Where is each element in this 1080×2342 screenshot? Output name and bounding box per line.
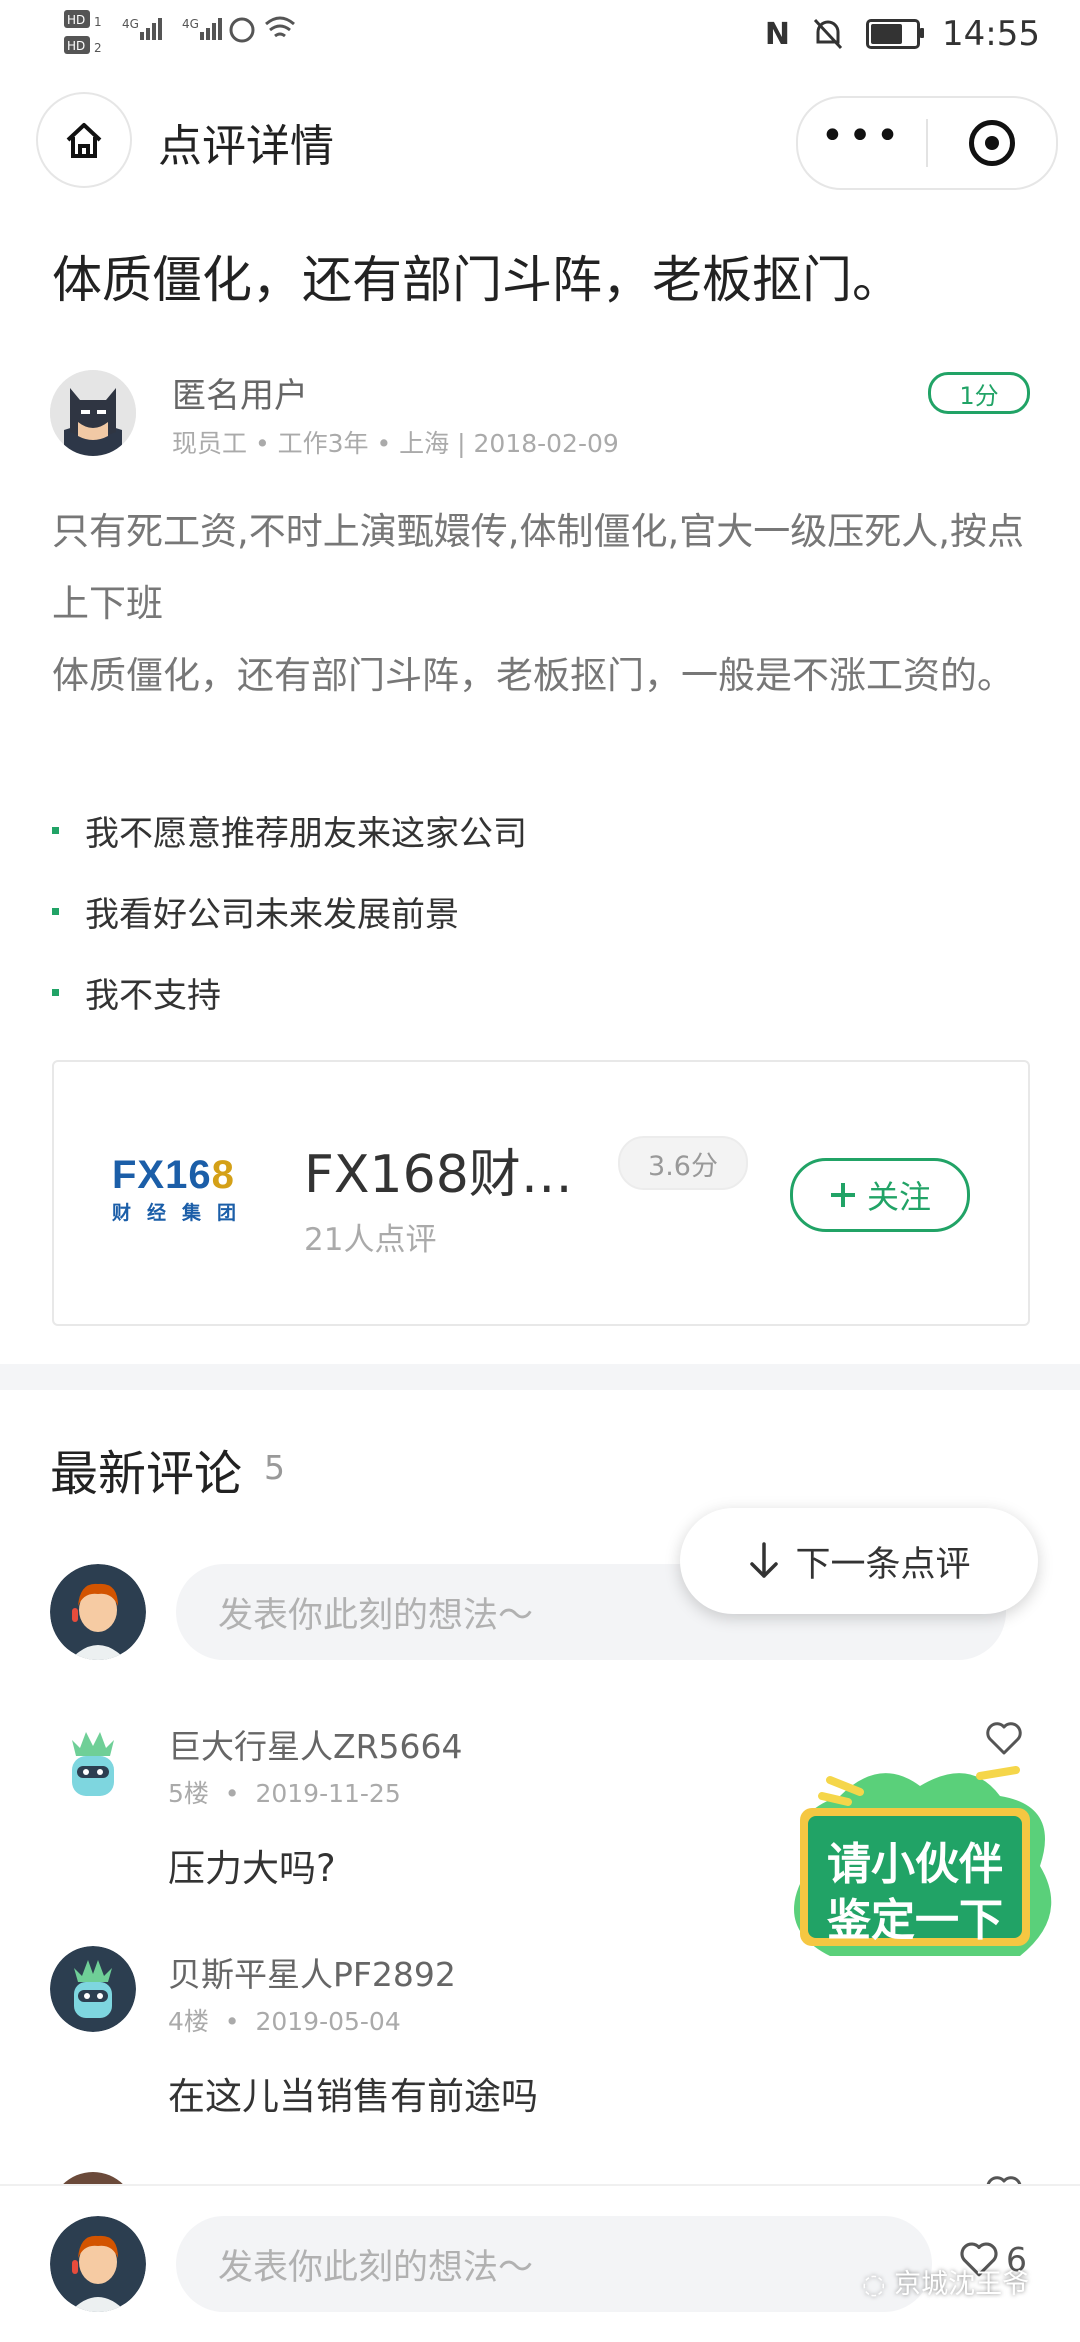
more-button[interactable]: ••• (798, 98, 926, 188)
comment-input-placeholder: 发表你此刻的想法～ (218, 1595, 534, 1636)
svg-text:HD: HD (67, 39, 85, 53)
current-user-avatar (50, 2216, 146, 2312)
target-icon (969, 120, 1015, 166)
review-tags: 我不愿意推荐朋友来这家公司 我看好公司未来发展前景 我不支持 (52, 790, 527, 1033)
company-logo: FX168 财经集团 (112, 1154, 272, 1225)
watermark: ◌ 京城沈王爷 (862, 2262, 1029, 2301)
signal-indicators: HD 1 HD 2 4G 4G (64, 10, 324, 71)
comment-date: 2019-11-25 (255, 1779, 401, 1808)
review-score-badge: 1分 (928, 372, 1030, 414)
arrow-down-icon (750, 1542, 779, 1578)
bullet-icon (52, 908, 59, 915)
next-review-button[interactable]: 下一条点评 (680, 1508, 1038, 1614)
like-heart-icon[interactable] (984, 1718, 1024, 1758)
batman-icon (50, 370, 136, 456)
next-review-label: 下一条点评 (795, 1544, 971, 1585)
svg-text:HD: HD (67, 13, 85, 27)
user-avatar-icon (50, 2216, 146, 2312)
follow-label: 关注 (866, 1178, 931, 1216)
alien-avatar-icon (50, 1722, 136, 1808)
promo-line-2: 鉴定一下 (827, 1895, 1003, 1946)
review-tag-item: 我不支持 (52, 952, 527, 1033)
user-avatar-icon (50, 1564, 146, 1660)
company-logo-text: FX168 (112, 1153, 235, 1197)
follow-button[interactable]: 关注 (790, 1158, 970, 1232)
current-user-avatar (50, 1564, 146, 1660)
svg-text:1: 1 (94, 15, 102, 29)
section-divider (0, 1364, 1080, 1390)
clock: 14:55 (942, 14, 1040, 54)
comment-text: 压力大吗? (168, 1847, 336, 1890)
comment-floor: 4楼 (168, 2007, 209, 2036)
company-logo-subtitle: 财经集团 (112, 1202, 253, 1224)
review-tag-item: 我看好公司未来发展前景 (52, 871, 527, 952)
commenter-avatar (50, 1722, 136, 1808)
svg-text:4G: 4G (122, 17, 139, 31)
company-card[interactable]: FX168 财经集团 FX168财… 3.6分 21人点评 关注 (52, 1060, 1030, 1326)
company-review-count: 21人点评 (304, 1222, 437, 1258)
reviewer-meta: 现员工 • 工作3年 • 上海 | 2018-02-09 (172, 429, 619, 458)
alien-avatar-icon (50, 1946, 136, 2032)
comment-date: 2019-05-04 (255, 2007, 401, 2036)
mute-bell-icon (813, 18, 843, 50)
review-body-line: 只有死工资,不时上演甄嬛传,体制僵化,官大一级压死人,按点上下班 (52, 510, 1025, 625)
plus-icon (830, 1183, 855, 1207)
svg-text:4G: 4G (182, 17, 199, 31)
comment-meta: 5楼 • 2019-11-25 (168, 1779, 401, 1808)
watermark-text: 京城沈王爷 (894, 2269, 1030, 2300)
review-body-line: 体质僵化，还有部门斗阵，老板抠门，一般是不涨工资的。 (52, 654, 1014, 697)
reviewer-name: 匿名用户 (172, 376, 308, 416)
signal-icon: HD 1 HD 2 4G 4G (64, 10, 295, 55)
review-tag-label: 我不愿意推荐朋友来这家公司 (85, 814, 527, 854)
battery-icon (866, 19, 925, 49)
company-logo-accent: 8 (211, 1153, 235, 1197)
review-tag-label: 我不支持 (85, 976, 221, 1016)
review-tag-label: 我看好公司未来发展前景 (85, 895, 459, 935)
home-icon (66, 123, 102, 158)
comments-count: 5 (264, 1448, 285, 1487)
status-bar: HD 1 HD 2 4G 4G N 14:55 (0, 0, 1080, 72)
company-name: FX168财… (304, 1145, 573, 1205)
commenter-avatar (50, 1946, 136, 2032)
commenter-name: 贝斯平星人PF2892 (168, 1955, 456, 1994)
promo-line-1: 请小伙伴 (827, 1839, 1003, 1890)
appraise-promo-badge[interactable]: 请小伙伴 鉴定一下 (770, 1756, 1066, 1978)
svg-text:2: 2 (94, 41, 102, 55)
bullet-icon (52, 989, 59, 996)
wechat-icon: ◌ (862, 2269, 886, 2300)
bottom-comment-input[interactable]: 发表你此刻的想法～ (176, 2216, 932, 2312)
status-right: N 14:55 (765, 14, 1040, 54)
comment-meta: 4楼 • 2019-05-04 (168, 2007, 401, 2036)
commenter-name: 巨大行星人ZR5664 (168, 1727, 463, 1766)
home-button[interactable] (36, 92, 132, 188)
close-miniprogram-button[interactable] (928, 98, 1056, 188)
review-tag-item: 我不愿意推荐朋友来这家公司 (52, 790, 527, 871)
comment-text: 在这儿当销售有前途吗 (168, 2075, 538, 2118)
review-title: 体质僵化，还有部门斗阵，老板抠门。 (52, 251, 902, 309)
anonymous-avatar (50, 370, 136, 456)
bottom-input-placeholder: 发表你此刻的想法～ (218, 2247, 534, 2288)
comment-floor: 5楼 (168, 1779, 209, 1808)
nfc-icon: N (764, 16, 791, 52)
company-score: 3.6分 (618, 1136, 748, 1190)
review-body: 只有死工资,不时上演甄嬛传,体制僵化,官大一级压死人,按点上下班 体质僵化，还有… (52, 496, 1037, 712)
more-dots-icon: ••• (820, 113, 904, 159)
miniprogram-capsule: ••• (796, 96, 1058, 190)
bullet-icon (52, 827, 59, 834)
page-title: 点评详情 (158, 121, 334, 172)
comments-title: 最新评论 (50, 1446, 243, 1502)
